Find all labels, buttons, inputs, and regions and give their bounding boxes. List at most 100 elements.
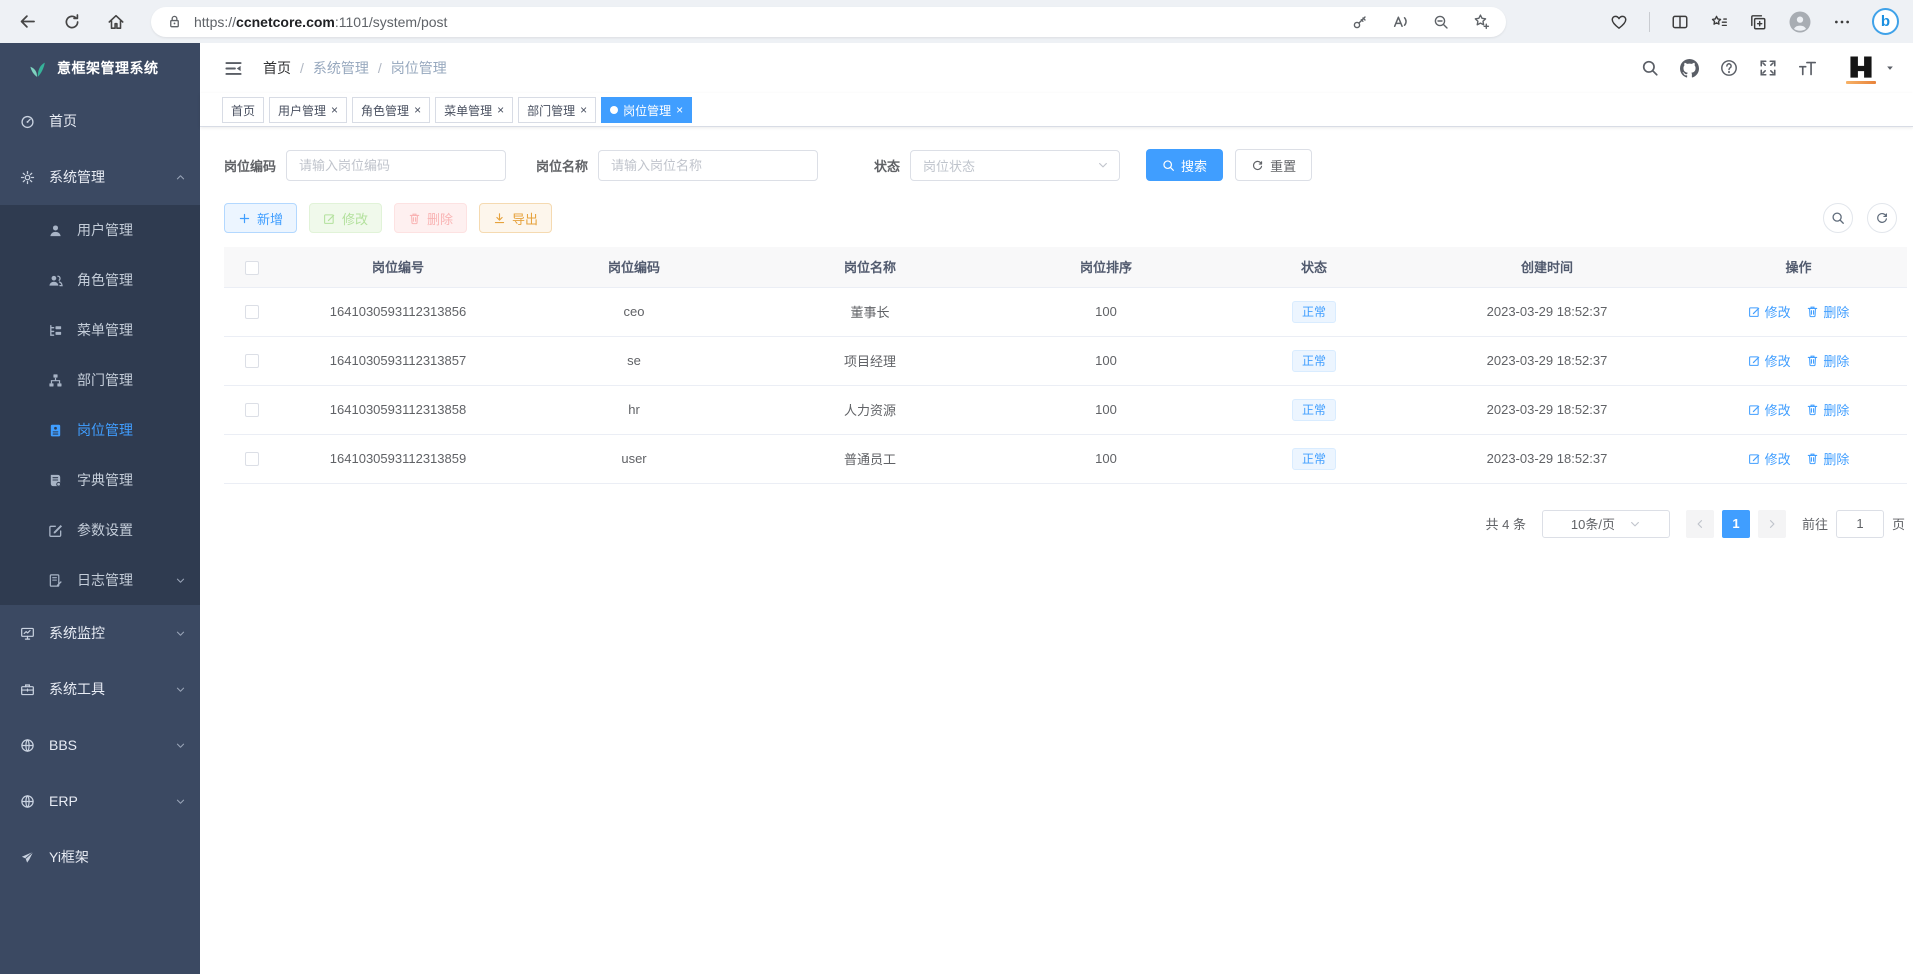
tab-close-icon[interactable]: × — [414, 104, 421, 116]
cell-post-sort: 100 — [988, 336, 1224, 385]
tab-close-icon[interactable]: × — [497, 104, 504, 116]
row-edit-link[interactable]: 修改 — [1748, 400, 1791, 419]
edit-icon — [1748, 354, 1761, 367]
row-edit-link[interactable]: 修改 — [1748, 449, 1791, 468]
browser-profile-avatar[interactable] — [1788, 10, 1812, 34]
post-name-input[interactable] — [598, 150, 818, 181]
column-actions: 操作 — [1690, 247, 1907, 287]
browser-refresh-icon[interactable] — [63, 13, 81, 31]
bing-chat-icon[interactable]: b — [1872, 8, 1899, 35]
browser-essentials-icon[interactable] — [1610, 13, 1628, 31]
header-search-icon[interactable] — [1641, 59, 1659, 77]
sidebar-item-yi-framework[interactable]: Yi框架 — [0, 829, 200, 885]
sidebar-item-param-settings[interactable]: 参数设置 — [0, 505, 200, 555]
lock-icon[interactable] — [167, 14, 182, 29]
tab-menu-management[interactable]: 菜单管理× — [435, 97, 513, 123]
sidebar-item-log-management[interactable]: 日志管理 — [0, 555, 200, 605]
sidebar-item-label: ERP — [49, 793, 78, 809]
tab-close-icon[interactable]: × — [580, 104, 587, 116]
sidebar-item-label: 参数设置 — [77, 520, 133, 540]
sidebar-collapse-icon[interactable] — [224, 59, 243, 78]
tab-role-management[interactable]: 角色管理× — [352, 97, 430, 123]
prev-page-button[interactable] — [1686, 510, 1714, 538]
tab-home[interactable]: 首页 — [222, 97, 264, 123]
row-checkbox[interactable] — [245, 305, 259, 319]
menu-tree-icon — [48, 323, 63, 338]
sidebar-item-system-tools[interactable]: 系统工具 — [0, 661, 200, 717]
row-edit-label: 修改 — [1765, 400, 1791, 419]
sidebar-item-post-management[interactable]: 岗位管理 — [0, 405, 200, 455]
font-size-icon[interactable] — [1798, 59, 1817, 78]
search-button[interactable]: 搜索 — [1146, 149, 1223, 181]
cell-post-name: 人力资源 — [752, 385, 988, 434]
show-search-toggle-button[interactable] — [1823, 203, 1853, 233]
status-select-placeholder: 岗位状态 — [923, 156, 975, 175]
export-button[interactable]: 导出 — [479, 203, 552, 233]
sidebar-item-dict-management[interactable]: 字典管理 — [0, 455, 200, 505]
sidebar-item-system-monitor[interactable]: 系统监控 — [0, 605, 200, 661]
reset-button[interactable]: 重置 — [1235, 149, 1312, 181]
sidebar-item-home[interactable]: 首页 — [0, 93, 200, 149]
browser-menu-icon[interactable] — [1833, 13, 1851, 31]
split-screen-icon[interactable] — [1671, 13, 1689, 31]
sidebar-item-bbs[interactable]: BBS — [0, 717, 200, 773]
breadcrumb-home[interactable]: 首页 — [263, 58, 291, 78]
help-icon[interactable] — [1720, 59, 1738, 77]
tab-post-management[interactable]: 岗位管理× — [601, 97, 692, 123]
status-select[interactable]: 岗位状态 — [910, 150, 1120, 181]
tab-close-icon[interactable]: × — [676, 104, 683, 116]
next-page-button[interactable] — [1758, 510, 1786, 538]
goto-page-input[interactable] — [1836, 510, 1884, 538]
tab-dept-management[interactable]: 部门管理× — [518, 97, 596, 123]
browser-back-icon[interactable] — [18, 12, 37, 31]
row-checkbox[interactable] — [245, 354, 259, 368]
add-favorite-icon[interactable] — [1473, 13, 1490, 30]
row-delete-link[interactable]: 删除 — [1806, 302, 1849, 321]
row-delete-link[interactable]: 删除 — [1806, 400, 1849, 419]
pagination-total: 共 4 条 — [1486, 514, 1526, 533]
row-delete-link[interactable]: 删除 — [1806, 449, 1849, 468]
tab-label: 首页 — [231, 102, 255, 119]
sidebar-item-system-management[interactable]: 系统管理 — [0, 149, 200, 205]
select-all-checkbox[interactable] — [245, 261, 259, 275]
search-button-label: 搜索 — [1181, 156, 1207, 175]
tab-user-management[interactable]: 用户管理× — [269, 97, 347, 123]
favorites-icon[interactable] — [1710, 13, 1728, 31]
delete-button[interactable]: 删除 — [394, 203, 467, 233]
zoom-out-icon[interactable] — [1433, 14, 1449, 30]
browser-home-icon[interactable] — [107, 13, 125, 31]
edit-button[interactable]: 修改 — [309, 203, 382, 233]
password-key-icon[interactable] — [1352, 14, 1368, 30]
add-button[interactable]: 新增 — [224, 203, 297, 233]
add-button-label: 新增 — [257, 209, 283, 228]
row-edit-link[interactable]: 修改 — [1748, 351, 1791, 370]
row-edit-link[interactable]: 修改 — [1748, 302, 1791, 321]
sidebar-item-role-management[interactable]: 角色管理 — [0, 255, 200, 305]
sidebar-item-label: 菜单管理 — [77, 320, 133, 340]
url-text[interactable]: https://ccnetcore.com:1101/system/post — [194, 14, 447, 30]
collections-icon[interactable] — [1749, 13, 1767, 31]
cell-post-id: 1641030593112313858 — [280, 385, 516, 434]
page-size-select[interactable]: 10条/页 — [1542, 510, 1670, 538]
sidebar-item-dept-management[interactable]: 部门管理 — [0, 355, 200, 405]
github-icon[interactable] — [1680, 59, 1699, 78]
sidebar-item-menu-management[interactable]: 菜单管理 — [0, 305, 200, 355]
refresh-table-button[interactable] — [1867, 203, 1897, 233]
app-logo: 意框架管理系统 — [0, 43, 200, 93]
page-number-button[interactable]: 1 — [1722, 510, 1750, 538]
address-bar[interactable]: https://ccnetcore.com:1101/system/post — [151, 7, 1506, 37]
sidebar-item-erp[interactable]: ERP — [0, 773, 200, 829]
dashboard-icon — [20, 114, 35, 129]
tab-close-icon[interactable]: × — [331, 104, 338, 116]
row-delete-link[interactable]: 删除 — [1806, 351, 1849, 370]
fullscreen-icon[interactable] — [1759, 59, 1777, 77]
row-checkbox[interactable] — [245, 452, 259, 466]
row-checkbox[interactable] — [245, 403, 259, 417]
sidebar-item-user-management[interactable]: 用户管理 — [0, 205, 200, 255]
read-aloud-icon[interactable] — [1392, 13, 1409, 30]
paper-plane-icon — [20, 850, 35, 865]
post-code-input[interactable] — [286, 150, 506, 181]
row-delete-label: 删除 — [1823, 449, 1849, 468]
download-icon — [493, 212, 506, 225]
user-avatar-menu[interactable] — [1844, 52, 1895, 84]
